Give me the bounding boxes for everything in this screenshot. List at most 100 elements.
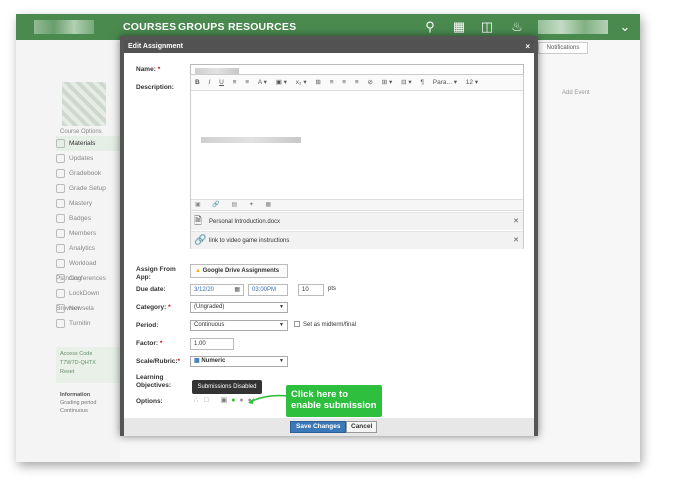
factor-label: Factor: *: [136, 340, 163, 347]
editor-toolbar: B I U ≡ ≡ A ▾ ▣ ▾ x₂ ▾ ⊞ ≡ ≡ ≡ ⊘ ⊞ ▾ ⊟ ▾…: [191, 75, 523, 91]
access-code-box: Access Code T7W7D-QHTX Reset: [56, 347, 122, 383]
align-right-button[interactable]: ≡: [355, 75, 359, 90]
image-icon[interactable]: ▣: [195, 200, 201, 211]
nav-courses[interactable]: COURSES: [123, 21, 176, 33]
conferences-icon: [56, 273, 65, 283]
paragraph-mark-button[interactable]: ¶: [420, 75, 424, 90]
category-select[interactable]: (Ungraded) ▼: [190, 302, 288, 313]
chevron-down-icon[interactable]: ⌄: [616, 18, 634, 36]
pin-icon[interactable]: ✦: [249, 200, 254, 211]
sidebar-item-newsela[interactable]: Newsela: [56, 301, 122, 316]
document-icon: 🗎: [194, 216, 203, 227]
italic-button[interactable]: I: [209, 75, 211, 90]
description-label: Description:: [136, 84, 174, 91]
link-button[interactable]: ⊘: [368, 75, 373, 90]
sidebar-item-label: Turnitin: [69, 320, 91, 327]
factor-input[interactable]: 1.00: [190, 338, 234, 350]
close-icon[interactable]: ×: [525, 40, 530, 53]
remove-attachment-icon[interactable]: ✕: [513, 232, 519, 250]
google-drive-assignments-button[interactable]: ▲ Google Drive Assignments: [190, 264, 288, 278]
align-center-button[interactable]: ≡: [342, 75, 346, 90]
underline-button[interactable]: U: [219, 75, 224, 90]
due-time-input[interactable]: 03:00PM: [248, 284, 288, 296]
sidebar-item-gradebook[interactable]: Gradebook: [56, 166, 122, 181]
save-changes-button[interactable]: Save Changes: [290, 421, 347, 433]
calendar-icon[interactable]: ◫: [478, 18, 496, 36]
indent-button[interactable]: ⊞: [315, 75, 320, 90]
sidebar-item-lockdown-browser[interactable]: LockDown Browser: [56, 286, 122, 312]
options-label: Options:: [136, 398, 163, 405]
attachment-name[interactable]: link to video game instructions: [209, 238, 289, 244]
share-icon[interactable]: ∴: [194, 397, 198, 404]
access-code-reset[interactable]: Reset: [60, 368, 118, 377]
lockdown-icon: [56, 288, 65, 298]
submissions-icon[interactable]: ▣: [221, 397, 228, 404]
due-date-label: Due date:: [136, 286, 166, 293]
remove-attachment-icon[interactable]: ✕: [513, 213, 519, 231]
grade-setup-icon: [56, 183, 65, 193]
attachment-name[interactable]: Personal Introduction.docx: [209, 219, 280, 225]
sidebar-item-grade-setup[interactable]: Grade Setup: [56, 181, 122, 196]
sidebar-item-label: Members: [69, 230, 97, 237]
sidebar-item-updates[interactable]: Updates: [56, 151, 122, 166]
midterm-option[interactable]: Set as midterm/final: [294, 321, 356, 328]
sidebar-item-materials[interactable]: Materials: [56, 136, 122, 151]
font-size-select[interactable]: 12 ▾: [466, 75, 478, 90]
points-input[interactable]: 10: [298, 284, 324, 296]
grid-icon[interactable]: ▦: [450, 18, 468, 36]
enable-dot-icon[interactable]: ●: [231, 397, 235, 404]
link-icon[interactable]: 🔗: [212, 200, 219, 211]
subscript-button[interactable]: x₂ ▾: [296, 75, 307, 90]
numbered-list-button[interactable]: ≡: [245, 75, 249, 90]
calendar-icon[interactable]: ▦: [234, 285, 240, 295]
nav-resources[interactable]: RESOURCES: [228, 21, 296, 33]
grading-period-value: Continuous: [60, 408, 88, 414]
copy-icon[interactable]: □: [204, 397, 208, 404]
sidebar-item-analytics[interactable]: Analytics: [56, 241, 122, 256]
search-icon[interactable]: ⚲: [421, 18, 439, 36]
due-date-input[interactable]: 3/12/20 ▦: [190, 284, 244, 296]
embed-icon[interactable]: ▦: [266, 200, 272, 211]
bell-icon[interactable]: ♨: [508, 18, 526, 36]
period-select[interactable]: Continuous ▼: [190, 320, 288, 331]
sidebar-item-conferences[interactable]: Conferences: [56, 271, 122, 286]
sidebar-item-label: Conferences: [69, 275, 106, 282]
course-options-link[interactable]: Course Options: [60, 129, 102, 135]
scale-rubric-select[interactable]: ▦ Numeric ▼: [190, 356, 288, 367]
insert-button[interactable]: ⊟ ▾: [401, 75, 412, 90]
sidebar-item-workload-planning[interactable]: Workload Planning: [56, 256, 122, 282]
sidebar-item-badges[interactable]: Badges: [56, 211, 122, 226]
user-name[interactable]: [538, 20, 608, 34]
sidebar-item-label: Analytics: [69, 245, 96, 252]
highlight-button[interactable]: ▣ ▾: [276, 75, 287, 90]
logo[interactable]: [34, 20, 94, 34]
nav-groups[interactable]: GROUPS: [178, 21, 225, 33]
members-icon: [56, 228, 65, 238]
align-left-button[interactable]: ≡: [330, 75, 334, 90]
modal-title: Edit Assignment: [128, 43, 183, 50]
modal-footer: Save Changes Cancel: [124, 418, 534, 436]
bold-button[interactable]: B: [195, 75, 200, 90]
attachment-item[interactable]: 🗎 Personal Introduction.docx ✕: [191, 212, 523, 230]
enable-submission-callout: Click here to enable submission: [286, 385, 382, 417]
paragraph-format-select[interactable]: Para... ▾: [433, 75, 457, 90]
description-text: [201, 137, 301, 143]
notifications-button[interactable]: Notifications: [538, 42, 588, 54]
learning-objectives-label: Learning Objectives:: [136, 374, 172, 389]
cancel-button[interactable]: Cancel: [346, 421, 378, 433]
sidebar-item-members[interactable]: Members: [56, 226, 122, 241]
attachment-item[interactable]: 🔗 link to video game instructions ✕: [191, 231, 523, 249]
font-color-button[interactable]: A ▾: [258, 75, 267, 90]
modal-header: Edit Assignment ×: [124, 40, 534, 53]
midterm-checkbox[interactable]: [294, 321, 300, 327]
file-icon[interactable]: ▤: [232, 200, 238, 211]
table-button[interactable]: ⊞ ▾: [382, 75, 393, 90]
description-editor[interactable]: B I U ≡ ≡ A ▾ ▣ ▾ x₂ ▾ ⊞ ≡ ≡ ≡ ⊘ ⊞ ▾ ⊟ ▾…: [190, 74, 524, 249]
sidebar-item-turnitin[interactable]: Turnitin: [56, 316, 122, 331]
access-code-value: T7W7D-QHTX: [60, 360, 96, 366]
comment-icon[interactable]: ●: [239, 397, 243, 404]
bullet-list-button[interactable]: ≡: [233, 75, 237, 90]
grading-period-label: Grading period: [60, 400, 97, 406]
add-event-link[interactable]: Add Event: [562, 90, 590, 96]
sidebar-item-mastery[interactable]: Mastery: [56, 196, 122, 211]
